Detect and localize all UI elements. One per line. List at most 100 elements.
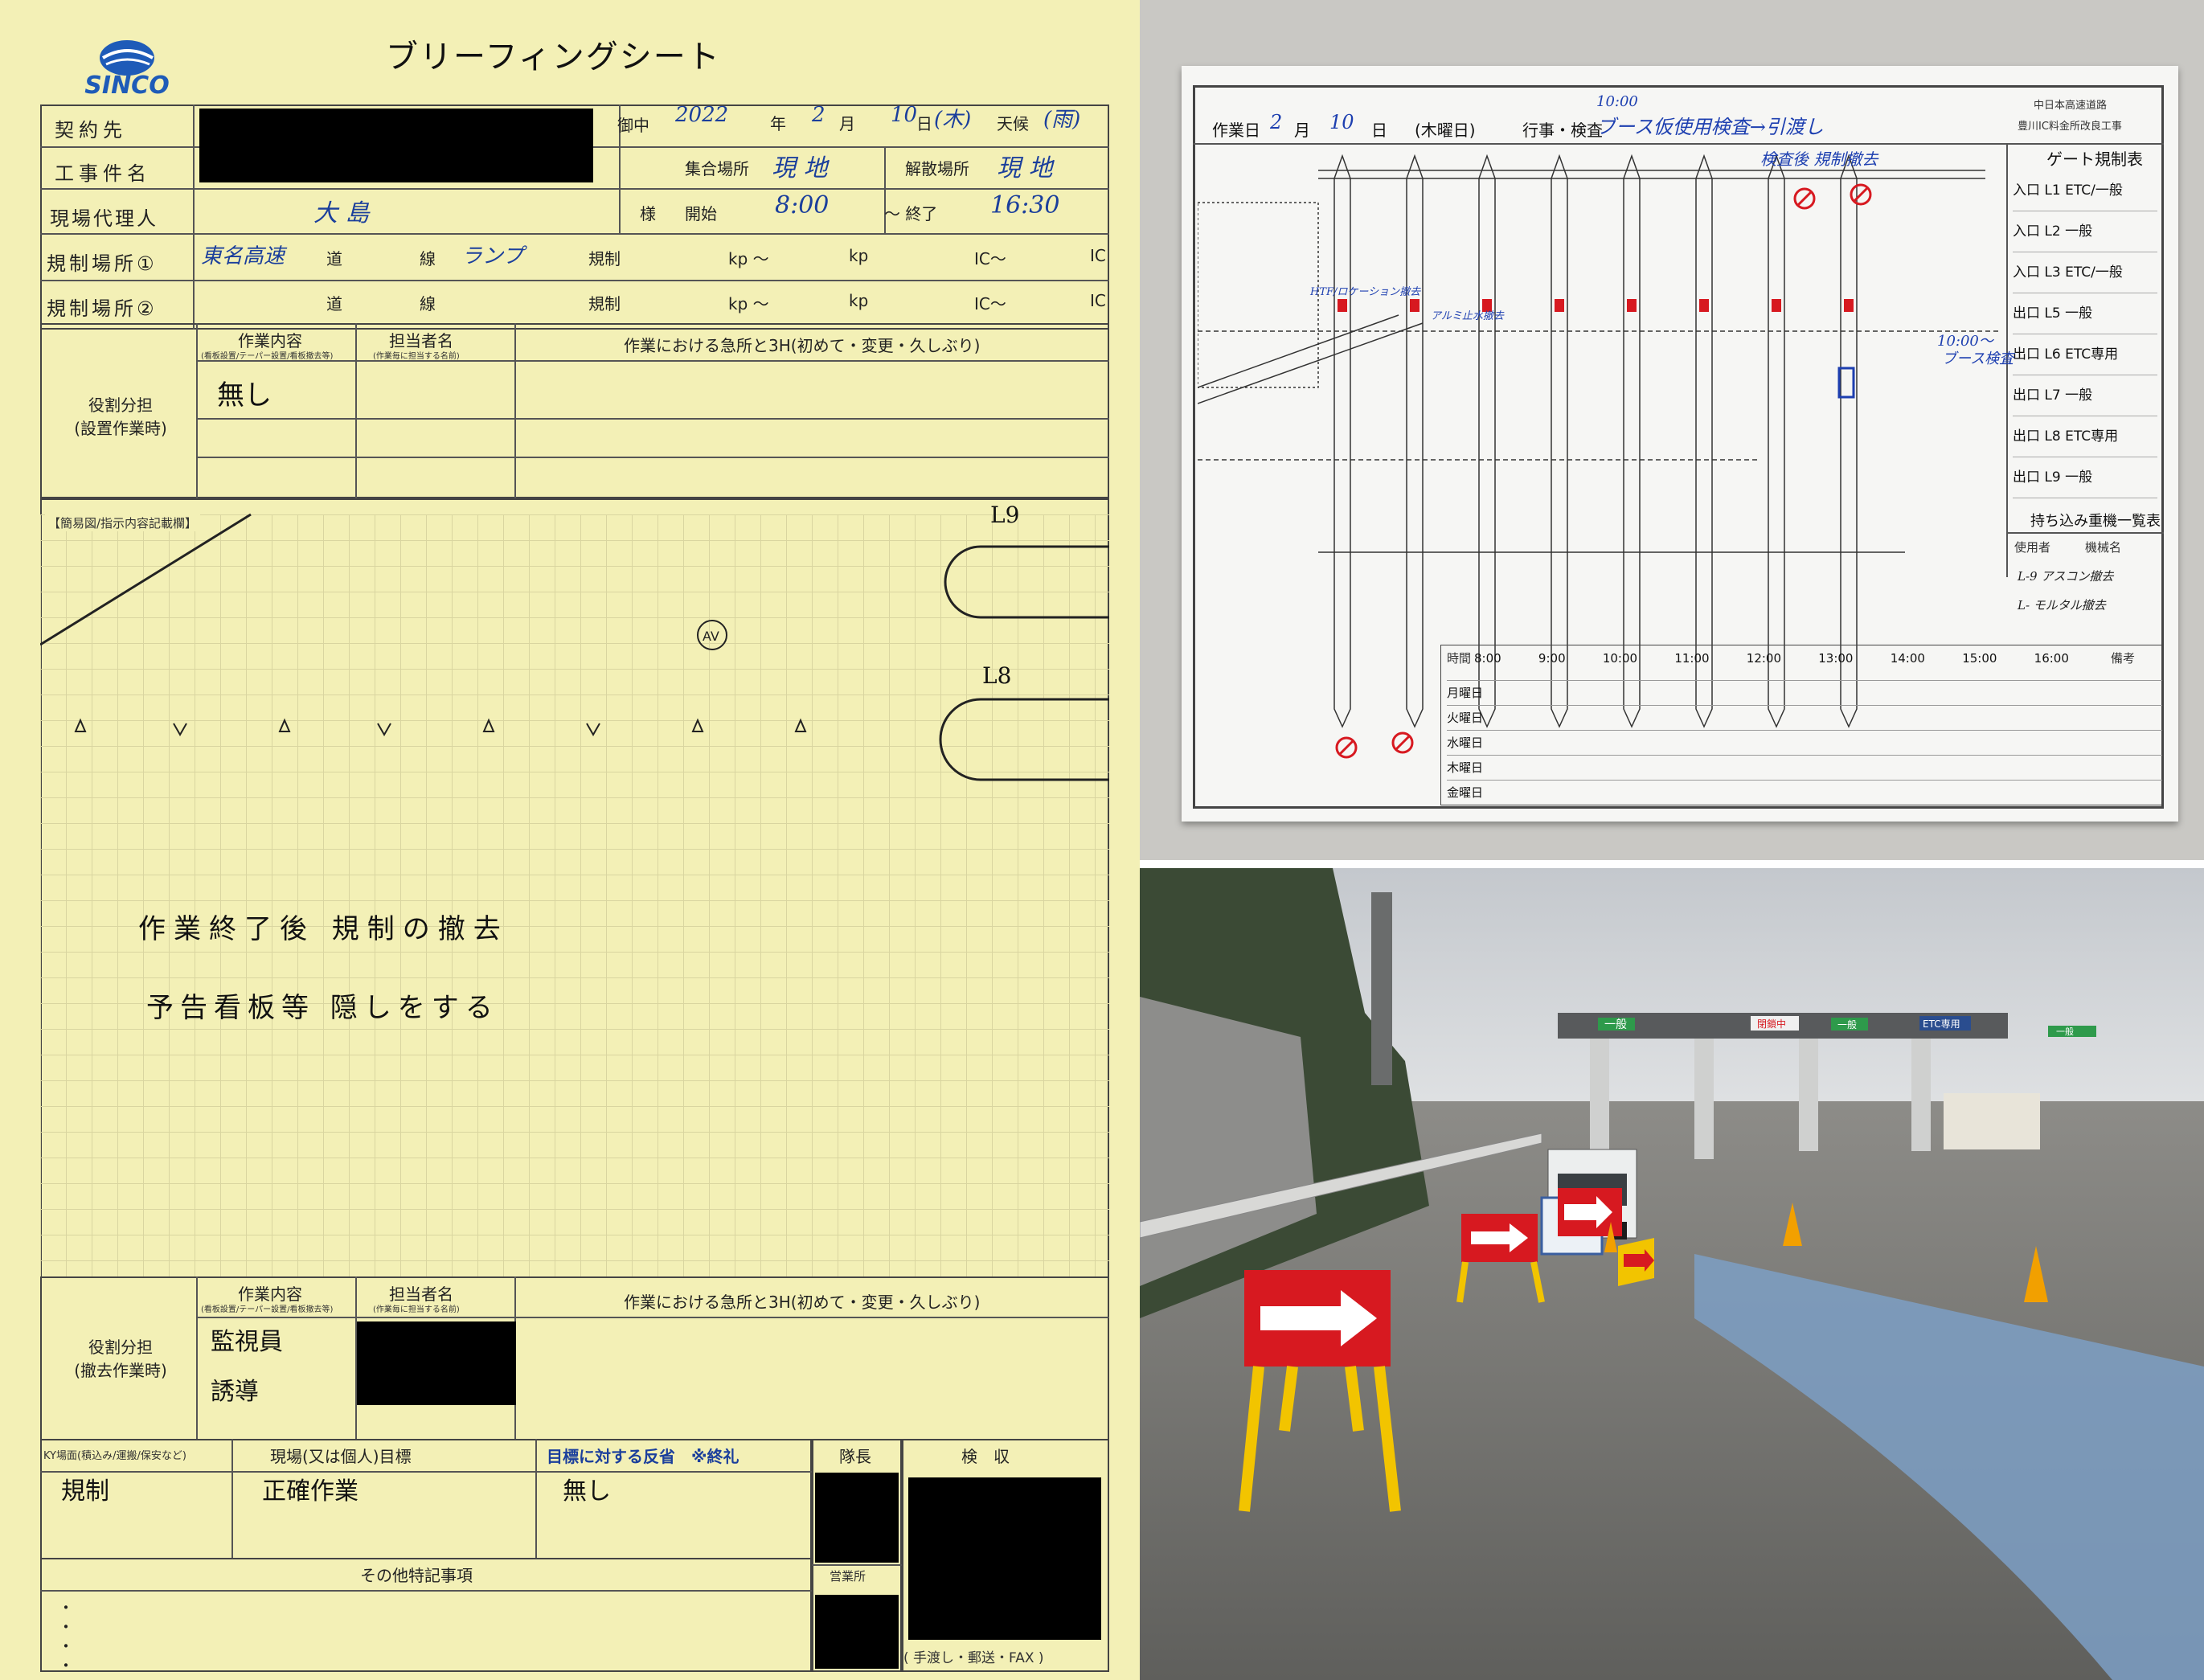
weather-label: 天候 — [997, 114, 1029, 133]
ramp-line — [40, 513, 252, 646]
date-year: 2022 — [675, 103, 729, 127]
time-slots: 8:00 9:00 10:00 11:00 12:00 13:00 14:00 15:00 16… — [1474, 651, 2069, 666]
label-reg1: 規制場所① — [47, 252, 158, 275]
person-sub: (作業毎に担当する名前) — [373, 352, 460, 361]
toll-island — [1623, 154, 1641, 728]
pole — [1371, 892, 1392, 1085]
logo-text: SINCO — [84, 72, 169, 100]
av-mark: AV — [703, 629, 719, 644]
toll-island — [1768, 154, 1785, 728]
booth-marker — [1699, 299, 1709, 312]
person-header: 担当者名 — [389, 331, 453, 350]
goal-header: 現場(又は個人)目標 — [270, 1447, 412, 1466]
disband-label: 解散場所 — [905, 159, 969, 178]
reg2-kp1: kp ～ — [728, 294, 769, 313]
date-month: 2 — [812, 103, 825, 127]
work-date-label: 作業日 — [1212, 121, 1260, 140]
label-site-agent: 現場代理人 — [50, 207, 158, 230]
time-slot: 8:00 — [1474, 651, 1501, 666]
event-label: 行事・検査 — [1522, 121, 1603, 140]
whiteboard: 作業日 2 月 10 日 (木曜日) 行事・検査 10:00 ブース仮使用検査→… — [1182, 66, 2178, 822]
island-l9 — [944, 545, 1109, 619]
toll-plaza-photo: 一般 閉鎖中 一般 ETC専用 一般 — [1140, 868, 2204, 1680]
whiteboard-photo: 作業日 2 月 10 日 (木曜日) 行事・検査 10:00 ブース仮使用検査→… — [1140, 0, 2204, 860]
gate-row: 出口 L5 一般 — [2013, 293, 2157, 334]
setup-work-value: 無し — [217, 379, 272, 412]
gate-list: 入口 L1 ETC/一般 入口 L2 一般 入口 L3 ETC/一般 出口 L5 一般… — [2013, 170, 2157, 498]
reg2-kisei: 規制 — [588, 294, 621, 313]
time-slot: 16:00 — [2034, 651, 2069, 666]
label-gochu: 御中 — [617, 116, 649, 135]
redacted-person — [357, 1321, 516, 1405]
sheet-title: ブリーフィングシート — [386, 39, 721, 76]
reg1-ic2: IC — [1090, 246, 1106, 265]
work-content-header: 作業内容 — [238, 331, 302, 350]
weekday-row: 金曜日 — [1447, 780, 2162, 805]
remove-key-points-header: 作業における急所と3H(初めて・変更・久しぶり) — [624, 1293, 981, 1312]
label-project: 工事件名 — [55, 162, 151, 185]
sign-general: 一般 — [1604, 1018, 1627, 1031]
inspection-redacted — [908, 1477, 1101, 1640]
redacted-contractor — [199, 109, 593, 182]
board-day: 10 — [1329, 111, 1354, 133]
tank-truck — [1944, 1093, 2040, 1149]
toll-island — [1406, 154, 1424, 728]
equip-col-user: 使用者 — [2014, 540, 2051, 555]
sign-r2: 一般 — [2056, 1026, 2074, 1037]
island-l8 — [939, 698, 1109, 781]
note-tomaru: アルミ止水撤去 — [1431, 310, 1504, 322]
booth-marker — [1410, 299, 1419, 312]
reg1-kp1: kp ～ — [728, 249, 769, 268]
reg1-line-value: ランプ — [461, 244, 524, 268]
toll-island — [1478, 154, 1496, 728]
delivery-options: ( 手渡し・郵送・FAX ) — [903, 1650, 1044, 1666]
leader-label: 隊長 — [839, 1447, 871, 1466]
reg1-road-value: 東名高速 — [201, 244, 285, 268]
booth-marker — [1338, 299, 1347, 312]
equipment-title: 持ち込み重機一覧表 — [2030, 513, 2161, 530]
note-booth-check: ブース検査 — [1942, 350, 2014, 367]
reflection-value: 無し — [563, 1477, 611, 1506]
time-slot: 12:00 — [1746, 651, 1782, 666]
time-slot: 11:00 — [1674, 651, 1710, 666]
start-value: 8:00 — [775, 191, 830, 219]
board-month-unit: 月 — [1294, 121, 1310, 140]
weekday-row: 水曜日 — [1447, 730, 2162, 755]
other-bullet: ・ — [58, 1656, 74, 1675]
time-slot: 14:00 — [1890, 651, 1925, 666]
note-line1: 作業終了後 規制の撤去 — [138, 913, 509, 945]
agent-value: 大 島 — [313, 199, 370, 227]
remove-person-header: 担当者名 — [389, 1285, 453, 1304]
reg1-ic1: IC～ — [974, 249, 1006, 268]
day-label: 日 — [916, 114, 932, 133]
reg1-line-label: 線 — [420, 249, 436, 268]
gate-row: 出口 L9 一般 — [2013, 457, 2157, 498]
reg1-kisei: 規制 — [588, 249, 621, 268]
lane-l8: L8 — [982, 662, 1012, 689]
lane-l9: L9 — [990, 502, 1020, 528]
reg2-ic2: IC — [1090, 291, 1106, 310]
gate-row: 入口 L1 ETC/一般 — [2013, 170, 2157, 211]
reflection-header: 目標に対する反省 ※終礼 — [547, 1447, 739, 1466]
inspection-label: 検 収 — [961, 1447, 1010, 1466]
month-label: 月 — [839, 114, 855, 133]
time-slot: 13:00 — [1818, 651, 1854, 666]
role-setup-label: 役割分担 (設置作業時) — [74, 395, 167, 438]
gate-row: 出口 L6 ETC専用 — [2013, 334, 2157, 375]
other-header: その他特記事項 — [360, 1566, 473, 1585]
reg2-ic1: IC～ — [974, 294, 1006, 313]
start-label: 開始 — [685, 204, 717, 223]
weekday-row: 月曜日 — [1447, 680, 2162, 705]
booth-marker — [1844, 299, 1854, 312]
toll-island — [1695, 154, 1713, 728]
reg1-kp2: kp — [849, 246, 869, 265]
gather-value: 現 地 — [772, 154, 828, 182]
leader-stamp-redacted — [815, 1473, 899, 1563]
org-2: 豊川IC料金所改良工事 — [2018, 121, 2122, 133]
booth-marker — [1555, 299, 1564, 312]
label-contractor: 契約先 — [55, 119, 127, 141]
ky-header: KY場面(積込み/運搬/保安など) — [43, 1450, 186, 1462]
sign-closed: 閉鎖中 — [1757, 1018, 1786, 1030]
time-slot: 9:00 — [1538, 651, 1566, 666]
remarks-header: 備考 — [2111, 651, 2136, 666]
